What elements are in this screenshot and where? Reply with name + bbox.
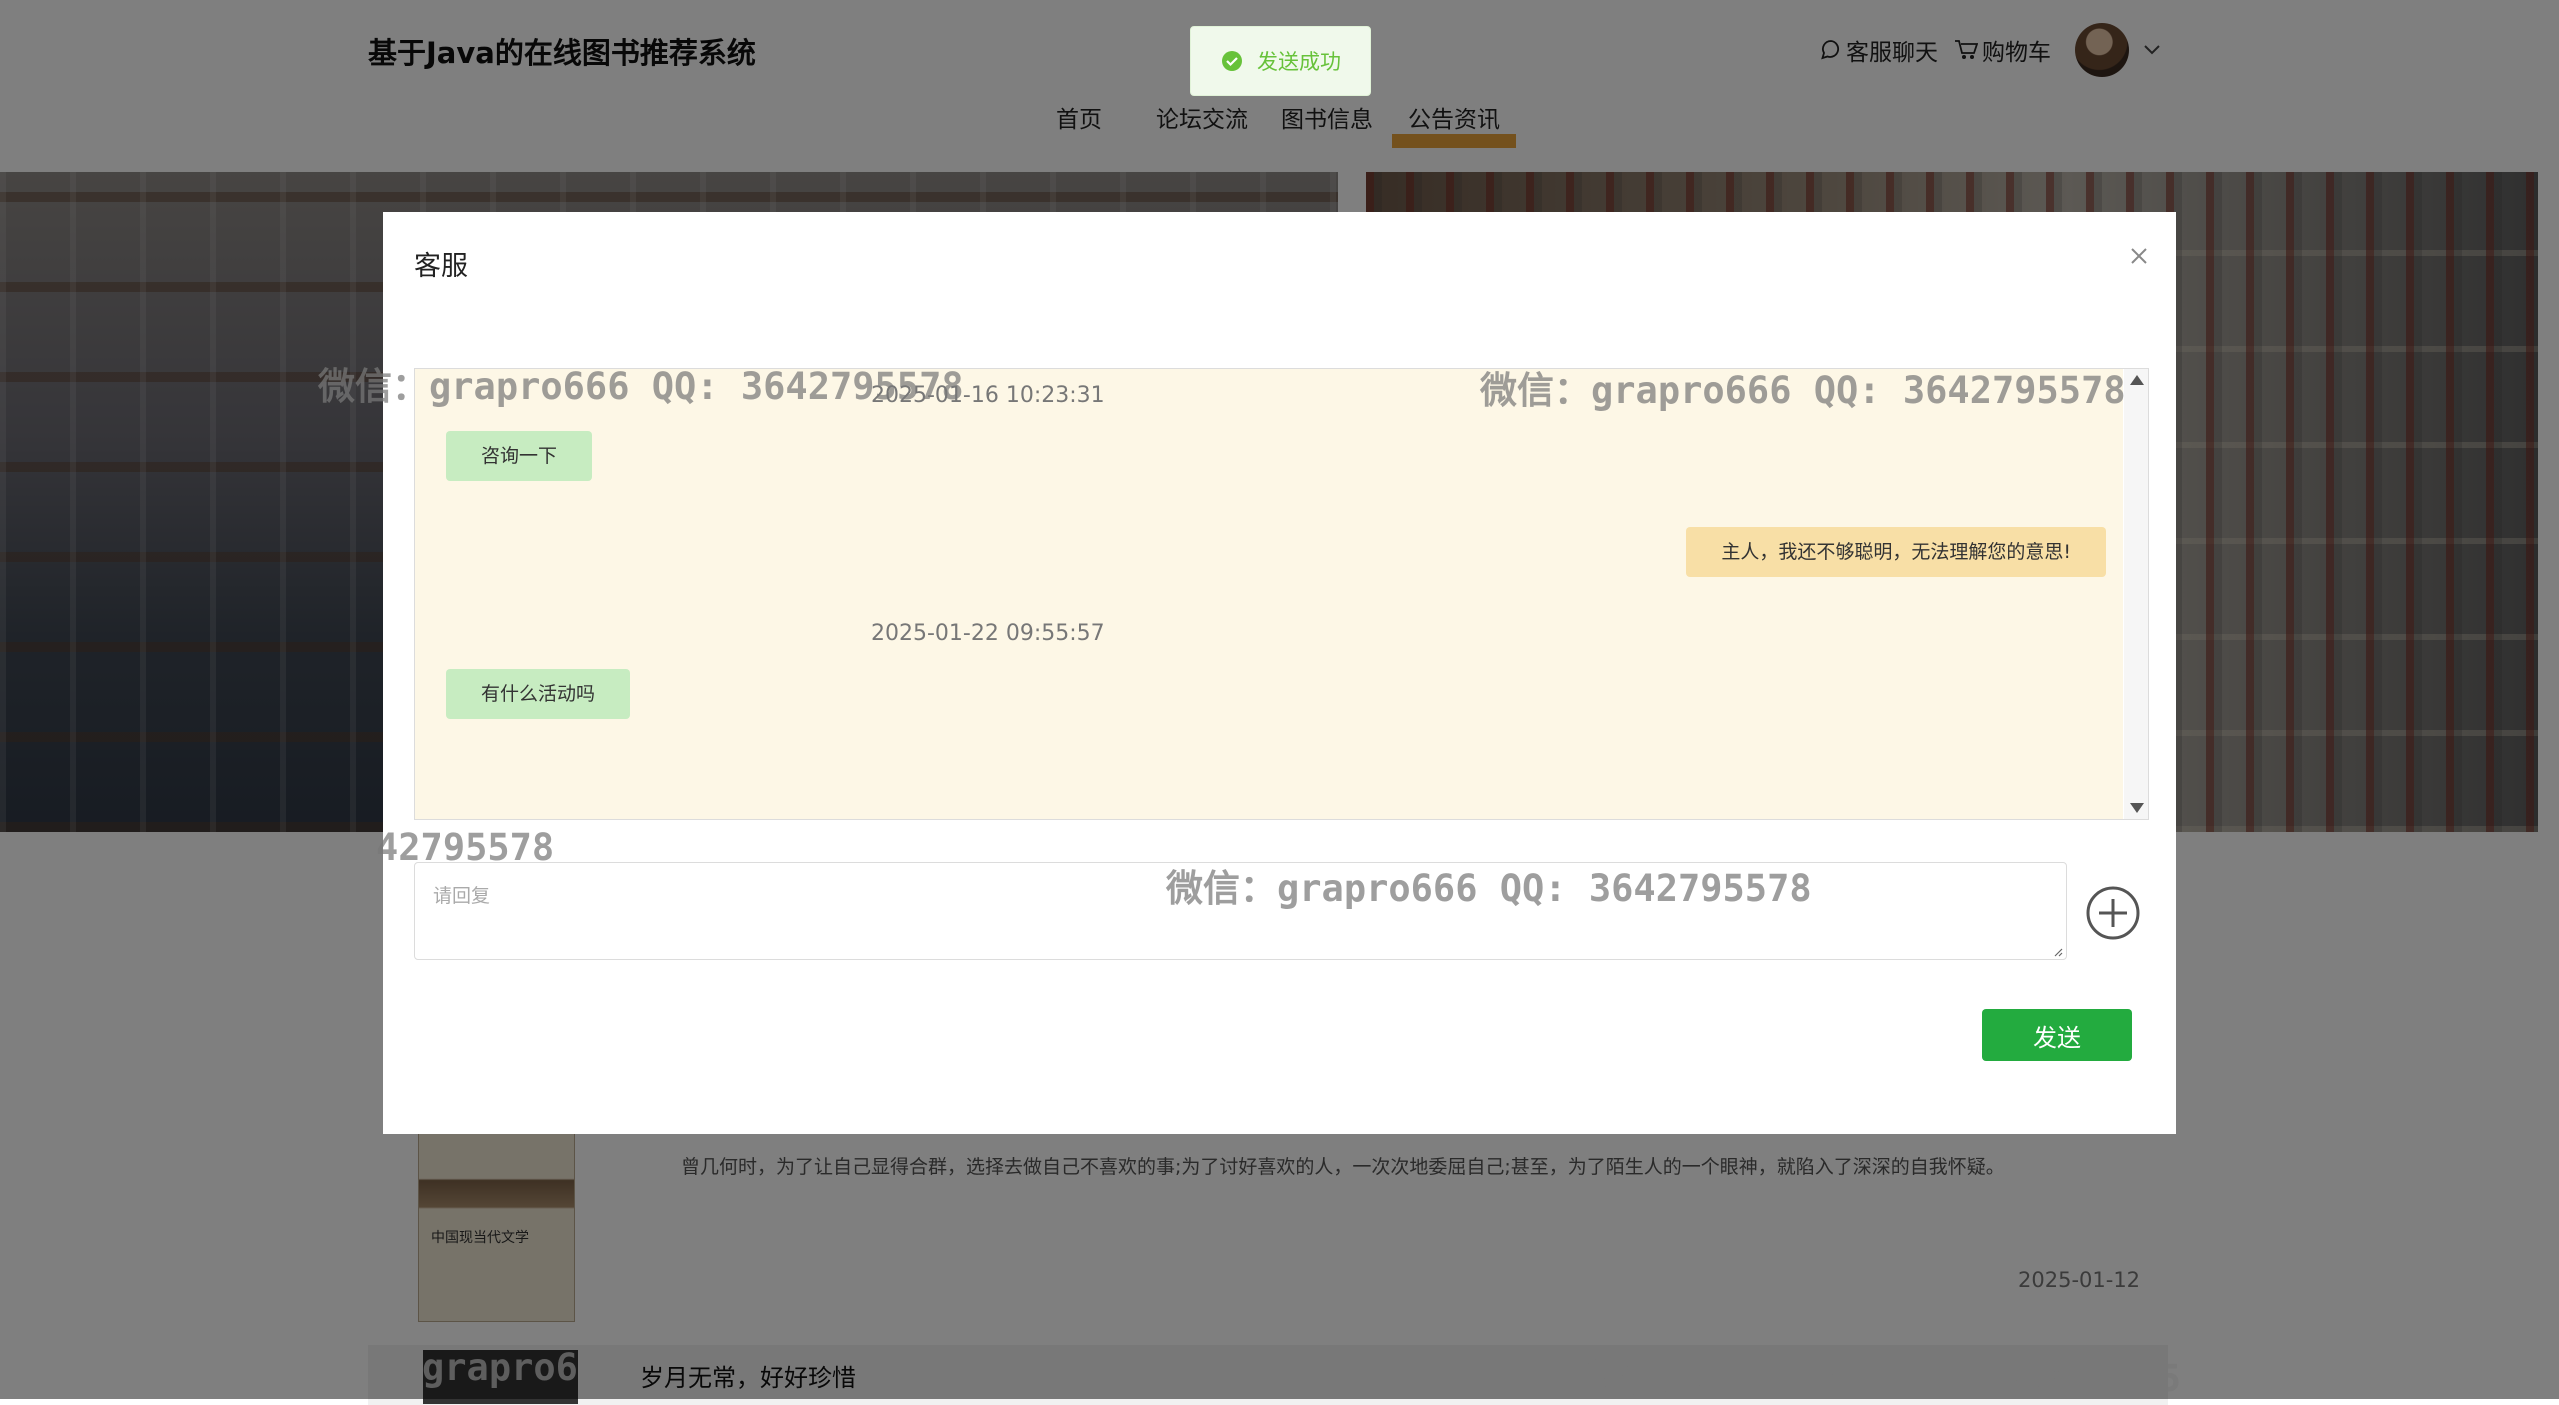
chat-timestamp: 2025-01-16 10:23:31 [871,383,1105,408]
send-button[interactable]: 发送 [1982,1009,2132,1061]
check-circle-icon [1222,51,1242,71]
success-toast: 发送成功 [1190,26,1371,96]
add-attachment-icon[interactable] [2085,885,2141,941]
chat-history[interactable]: 2025-01-16 10:23:31 咨询一下 主人，我还不够聪明，无法理解您… [414,368,2149,820]
bot-message: 主人，我还不够聪明，无法理解您的意思! [1686,527,2106,577]
user-message: 有什么活动吗 [446,669,631,719]
dialog-title: 客服 [414,251,468,282]
chat-messages: 2025-01-16 10:23:31 咨询一下 主人，我还不够聪明，无法理解您… [415,369,2123,819]
toast-message: 发送成功 [1257,50,1341,74]
scroll-down-arrow-icon[interactable] [2130,803,2144,813]
resize-grip-icon[interactable] [2053,947,2063,957]
close-icon[interactable] [2123,240,2155,272]
user-message: 咨询一下 [446,431,593,481]
chat-timestamp: 2025-01-22 09:55:57 [871,621,1105,646]
reply-input[interactable] [414,862,2067,960]
chat-scrollbar[interactable] [2124,369,2148,819]
scroll-up-arrow-icon[interactable] [2130,375,2144,385]
customer-service-dialog: 客服 2025-01-16 10:23:31 咨询一下 主人，我还不够聪明，无法… [383,212,2176,1134]
